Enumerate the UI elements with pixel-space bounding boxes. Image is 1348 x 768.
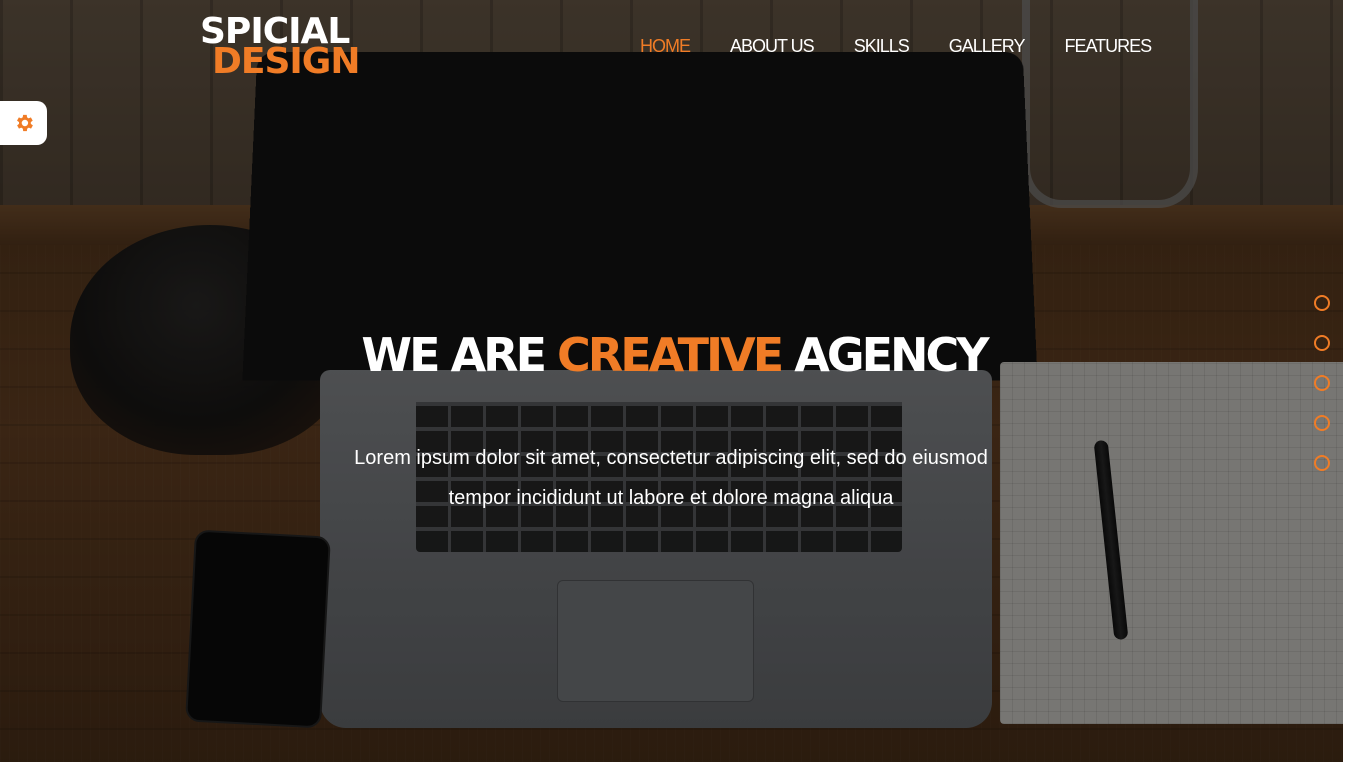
- nav-item-skills[interactable]: SKILLS: [854, 36, 910, 57]
- headline-part-1: WE ARE: [361, 328, 547, 382]
- dark-overlay: [0, 0, 1348, 768]
- page-edge-bottom: [0, 762, 1348, 768]
- section-bullets: [1314, 295, 1330, 495]
- page-edge-right: [1343, 0, 1348, 768]
- headline-part-3: AGENCY: [794, 328, 989, 382]
- headline-accent: CREATIVE: [557, 328, 784, 382]
- settings-toggle-button[interactable]: [0, 101, 47, 145]
- gear-icon: [16, 114, 33, 132]
- section-bullet-2[interactable]: [1314, 335, 1330, 351]
- hero-headline: WE ARE CREATIVE AGENCY: [0, 328, 1348, 382]
- nav-item-features[interactable]: FEATURES: [1064, 36, 1152, 57]
- nav-item-about-us[interactable]: ABOUT US: [730, 36, 815, 57]
- section-bullet-3[interactable]: [1314, 375, 1330, 391]
- hero-section: SPICIAL DESIGN HOME ABOUT US SKILLS GALL…: [0, 0, 1348, 768]
- section-bullet-5[interactable]: [1314, 455, 1330, 471]
- hero-description: Lorem ipsum dolor sit amet, consectetur …: [0, 438, 1342, 518]
- section-bullet-4[interactable]: [1314, 415, 1330, 431]
- main-nav: HOME ABOUT US SKILLS GALLERY FEATURES: [640, 36, 1152, 57]
- site-logo[interactable]: SPICIAL DESIGN: [200, 14, 360, 82]
- hero-description-line-1: Lorem ipsum dolor sit amet, consectetur …: [354, 447, 988, 469]
- section-bullet-1[interactable]: [1314, 295, 1330, 311]
- nav-item-gallery[interactable]: GALLERY: [949, 36, 1026, 57]
- nav-item-home[interactable]: HOME: [640, 36, 691, 57]
- logo-text-secondary: DESIGN: [212, 41, 360, 82]
- hero-description-line-2: tempor incididunt ut labore et dolore ma…: [448, 487, 894, 509]
